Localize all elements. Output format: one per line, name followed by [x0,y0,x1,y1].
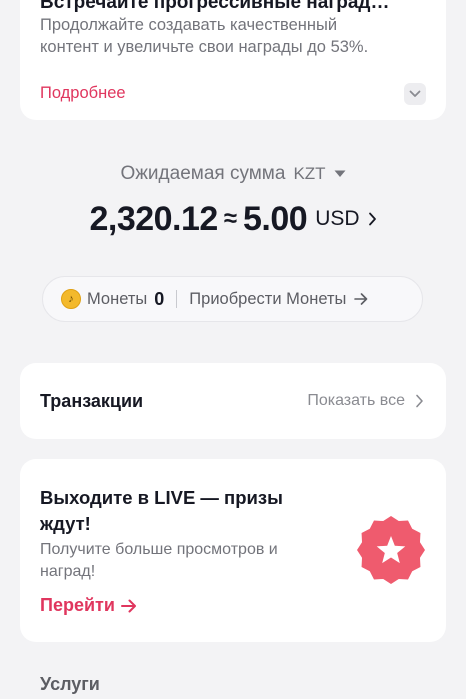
currency-selector[interactable]: KZT [293,164,346,184]
buy-coins-button[interactable]: Приобрести Монеты [189,290,368,309]
amount-usd: 5.00 [243,199,308,238]
show-all-button[interactable]: Показать все [307,392,424,410]
go-label: Перейти [40,595,115,615]
amount-local: 2,320.12 [89,199,218,238]
promo-card: Встречайте прогрессивные наград… Продолж… [20,0,446,120]
buy-coins-label: Приобрести Монеты [189,289,347,308]
coins-label: Монеты [87,289,148,308]
show-all-label: Показать все [307,392,405,409]
live-promo-card: Выходите в LIVE — призы ждут! Получите б… [20,459,446,642]
usd-code: USD [315,207,360,230]
services-title: Услуги [40,674,100,694]
coins-value: 0 [154,288,165,309]
divider [176,290,178,308]
coin-icon: ♪ [61,289,81,309]
promo-body: Продолжайте создавать качественный конте… [40,16,369,56]
coins-bar: ♪ Монеты 0 Приобрести Монеты [42,276,423,322]
promo-title: Встречайте прогрессивные наград… [40,0,390,13]
chevron-right-icon [368,212,377,226]
caret-down-icon [334,170,346,177]
live-title: Выходите в LIVE — призы ждут! [40,487,283,534]
arrow-right-icon [120,599,136,612]
star-badge-icon [357,516,425,584]
balance-amount[interactable]: 2,320.12 ≈ 5.00 USD [0,197,466,241]
expand-button[interactable] [404,83,426,105]
learn-more-link[interactable]: Подробнее [40,84,126,103]
arrow-right-icon [354,293,368,305]
chevron-right-icon [416,394,423,408]
go-button[interactable]: Перейти [40,595,137,616]
expected-amount-header: Ожидаемая сумма KZT [0,160,466,188]
expected-amount-label: Ожидаемая сумма [120,163,286,184]
transactions-title: Транзакции [40,391,144,411]
transactions-card[interactable]: Транзакции Показать все [20,363,446,439]
currency-code: KZT [293,164,326,183]
approx-sign: ≈ [223,205,237,232]
chevron-down-icon [409,90,421,97]
live-body: Получите больше просмотров и наград! [40,541,278,580]
